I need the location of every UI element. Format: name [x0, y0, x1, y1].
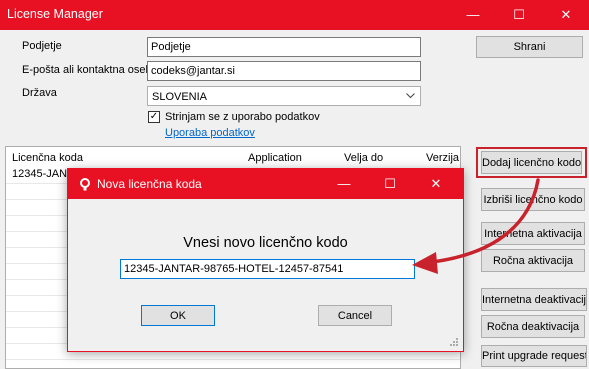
ok-button[interactable]: OK: [141, 305, 215, 326]
dialog-titlebar[interactable]: Nova licenčna koda — ☐ ✕: [68, 169, 463, 199]
dialog-prompt: Vnesi novo licenčno kodo: [183, 235, 348, 251]
license-code-input[interactable]: 12345-JANTAR-98765-HOTEL-12457-87541: [120, 259, 415, 279]
column-header-valid-until[interactable]: Velja do: [344, 152, 383, 164]
company-field[interactable]: Podjetje: [147, 37, 421, 57]
internet-deactivation-button[interactable]: Internetna deaktivacija: [481, 288, 587, 311]
window-title: License Manager: [7, 7, 103, 21]
consent-checkbox[interactable]: ✓: [148, 111, 160, 123]
column-header-version[interactable]: Verzija: [426, 152, 459, 164]
country-label: Država: [22, 87, 57, 99]
delete-license-label: Izbriši licenčno kodo: [483, 193, 583, 206]
add-license-button[interactable]: Dodaj licenčno kodo: [481, 151, 582, 174]
cancel-button[interactable]: Cancel: [318, 305, 392, 326]
save-button[interactable]: Shrani: [476, 36, 583, 58]
delete-license-button[interactable]: Izbriši licenčno kodo: [481, 188, 585, 211]
column-header-application[interactable]: Application: [248, 152, 302, 164]
usage-link[interactable]: Uporaba podatkov: [165, 127, 255, 139]
save-button-label: Shrani: [513, 41, 546, 53]
maximize-button[interactable]: ☐: [496, 0, 542, 30]
dialog-title: Nova licenčna koda: [97, 177, 202, 191]
email-label: E-pošta ali kontaktna oseba: [22, 64, 158, 76]
manual-activation-label: Ročna aktivacija: [492, 254, 574, 267]
email-field[interactable]: codeks@jantar.si: [147, 61, 421, 81]
window-titlebar[interactable]: License Manager — ☐ ✕: [0, 0, 589, 30]
internet-deactivation-label: Internetna deaktivacija: [482, 293, 587, 306]
chevron-down-icon: [406, 93, 415, 99]
country-select[interactable]: SLOVENIA: [147, 86, 421, 106]
print-upgrade-label: Print upgrade request: [482, 350, 587, 362]
company-label: Podjetje: [22, 40, 62, 52]
ok-label: OK: [170, 309, 186, 322]
table-header: Licenčna koda Application Velja do Verzi…: [6, 147, 460, 167]
internet-activation-label: Internetna aktivacija: [484, 227, 582, 240]
consent-label: Strinjam se z uporabo podatkov: [165, 111, 320, 123]
manual-deactivation-button[interactable]: Ročna deaktivacija: [481, 315, 585, 338]
country-value: SLOVENIA: [152, 91, 208, 103]
manual-deactivation-label: Ročna deaktivacija: [486, 320, 580, 333]
print-upgrade-button[interactable]: Print upgrade request: [481, 345, 587, 367]
row-code: 12345-JANT: [12, 168, 74, 180]
add-license-label: Dodaj licenčno kodo: [482, 156, 582, 169]
resize-grip-icon[interactable]: [449, 337, 459, 347]
internet-activation-button[interactable]: Internetna aktivacija: [481, 222, 585, 245]
dialog-close-button[interactable]: ✕: [413, 169, 459, 199]
cancel-label: Cancel: [337, 309, 373, 322]
manual-activation-button[interactable]: Ročna aktivacija: [481, 249, 585, 272]
dialog-minimize-button[interactable]: —: [321, 169, 367, 199]
new-license-dialog[interactable]: Nova licenčna koda — ☐ ✕ Vnesi novo lice…: [67, 168, 464, 352]
close-button[interactable]: ✕: [543, 0, 589, 30]
column-header-code[interactable]: Licenčna koda: [12, 152, 83, 164]
app-icon: [80, 178, 90, 191]
dialog-maximize-button[interactable]: ☐: [367, 169, 413, 199]
minimize-button[interactable]: —: [450, 0, 496, 30]
